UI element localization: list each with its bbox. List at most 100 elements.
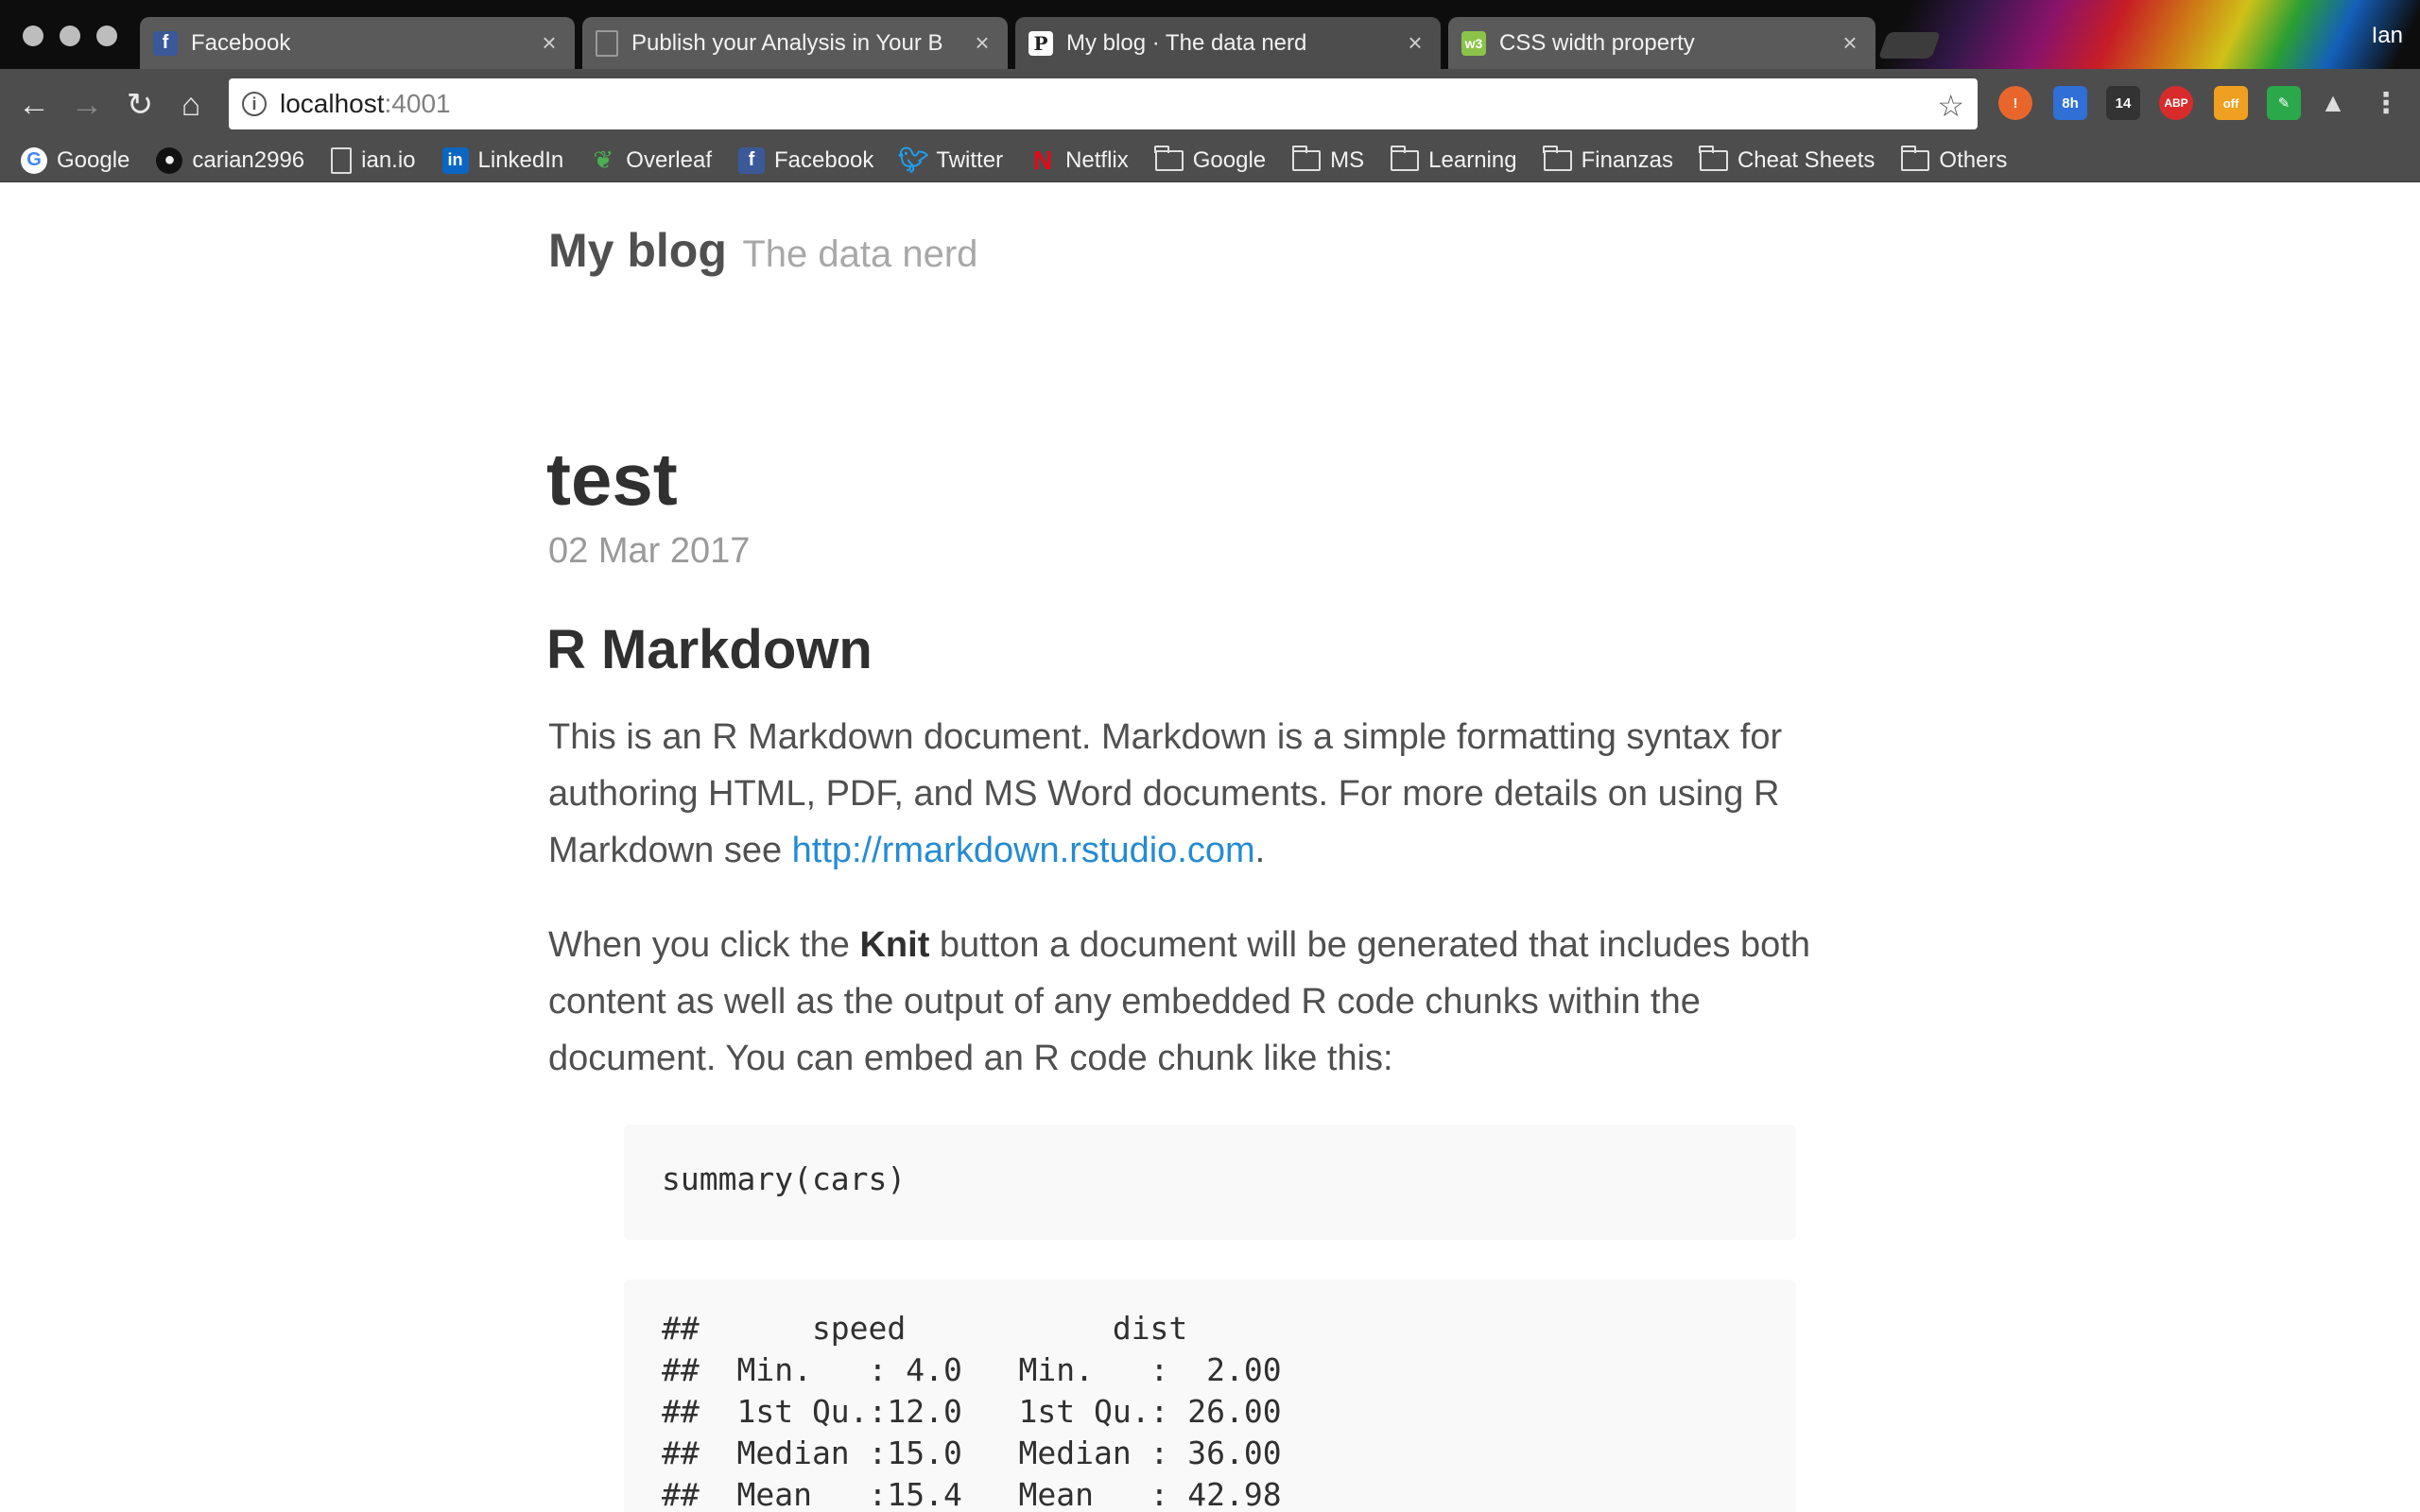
edit-extension-icon[interactable]: ✎ [2267,86,2301,120]
page-icon [331,146,353,174]
close-tab-icon[interactable]: × [1403,28,1427,58]
code-chunk: summary(cars) [624,1125,1796,1240]
close-tab-icon[interactable]: × [1838,28,1862,58]
page-icon [596,29,618,57]
bookmark-label: MS [1330,146,1365,173]
knit-bold: Knit [859,925,930,965]
browser-toolbar: ← → ↻ ⌂ i localhost:4001 ☆ ! 8h 14 ABP o… [0,69,2420,139]
blog-favicon-icon: P [1028,30,1053,56]
url-host: localhost [280,89,385,118]
adblock-label: ABP [2164,96,2188,110]
rmarkdown-link[interactable]: http://rmarkdown.rstudio.com [792,831,1255,870]
post-date: 02 Mar 2017 [548,531,751,571]
tab-css-width[interactable]: w3 CSS width property × [1448,17,1876,69]
address-bar[interactable]: i localhost:4001 ☆ [229,78,1978,129]
bookmark-label: ian.io [361,146,416,173]
bookmark-folder-cheat-sheets[interactable]: Cheat Sheets [1699,145,1876,174]
bookmark-overleaf[interactable]: ❦ Overleaf [590,146,712,174]
bookmark-folder-finanzas[interactable]: Finanzas [1543,145,1673,174]
minimize-window-button[interactable] [60,26,80,46]
bookmark-label: carian2996 [192,146,305,173]
close-tab-icon[interactable]: × [537,28,562,58]
bookmark-label: Netflix [1065,146,1129,173]
tab-facebook[interactable]: f Facebook × [140,17,575,69]
site-tagline: The data nerd [742,233,978,275]
tab-publish-analysis[interactable]: Publish your Analysis in Your B × [582,17,1008,69]
netflix-icon: N [1032,145,1053,175]
off-label: off [2222,95,2239,111]
w3schools-icon: w3 [1461,30,1486,56]
intro-paragraph: This is an R Markdown document. Markdown… [548,709,1872,879]
folder-icon [1291,145,1322,171]
adblock-icon[interactable]: ABP [2159,86,2193,120]
home-icon[interactable]: ⌂ [172,86,210,124]
bookmark-folder-google[interactable]: Google [1154,145,1267,174]
folder-icon [1543,145,1572,171]
bookmark-folder-learning[interactable]: Learning [1390,145,1517,174]
tab-title: Facebook [191,29,291,56]
bookmarks-bar: G Google ● carian2996 ian.io in LinkedIn… [0,139,2420,182]
bookmark-ian-io[interactable]: ian.io [331,146,416,174]
bookmark-label: Learning [1428,146,1517,173]
url-port: :4001 [384,89,451,118]
overleaf-icon: ❦ [593,146,614,174]
masthead: My blog The data nerd [548,223,977,278]
bookmark-label: Google [1192,146,1267,173]
zoom-window-button[interactable] [96,26,117,46]
calendar-badge: 8h [2062,94,2079,112]
bookmark-netflix[interactable]: N Netflix [1029,145,1129,175]
tab-my-blog[interactable]: P My blog · The data nerd × [1015,17,1441,69]
weather-extension-icon[interactable]: 14 [2106,86,2140,120]
facebook-icon: f [737,146,765,174]
bookmark-label: Others [1939,146,2008,173]
tab-strip: f Facebook × Publish your Analysis in Yo… [0,0,2420,69]
section-heading: R Markdown [546,619,873,680]
off-extension-icon[interactable]: off [2214,86,2248,120]
back-arrow-icon[interactable]: ← [15,86,53,124]
bookmark-label: Facebook [773,146,874,173]
output-line: ## 1st Qu.:12.0 1st Qu.: 26.00 [662,1393,1320,1430]
output-line: ## Mean :15.4 Mean : 42.98 [662,1476,1320,1512]
reload-icon[interactable]: ↻ [121,86,159,124]
folder-icon [1699,145,1728,171]
bookmark-label: Overleaf [626,146,712,173]
output-line: ## Min. : 4.0 Min. : 2.00 [662,1351,1320,1388]
new-tab-button[interactable] [1877,32,1942,59]
code-output: ## speed dist ## Min. : 4.0 Min. : 2.00 … [624,1280,1796,1512]
bookmark-folder-ms[interactable]: MS [1291,145,1365,174]
twitter-icon: 🐦︎ [897,146,929,174]
tab-title: CSS width property [1499,29,1695,56]
tab-title: My blog · The data nerd [1066,29,1307,56]
site-title-link[interactable]: My blog [548,224,727,277]
menu-kebab-icon[interactable]: ⋮ [2369,86,2403,120]
post-title: test [546,438,678,521]
bookmark-label: Twitter [936,146,1004,173]
profile-button[interactable]: Ian [2372,23,2403,49]
bookmark-star-icon[interactable]: ☆ [1937,88,1964,124]
close-window-button[interactable] [23,26,43,46]
github-icon: ● [156,146,183,174]
intro-end: . [1254,831,1266,870]
knit-paragraph: When you click the Knit button a documen… [548,917,1872,1087]
output-line: ## speed dist [662,1310,1320,1347]
bookmark-twitter[interactable]: 🐦︎ Twitter [897,146,1004,174]
bookmark-linkedin[interactable]: in LinkedIn [441,146,563,174]
calendar-extension-icon[interactable]: 8h [2053,86,2087,120]
info-icon[interactable]: i [242,92,267,116]
folder-icon [1154,145,1184,171]
bookmark-label: Cheat Sheets [1737,146,1876,173]
drive-icon[interactable]: ▲ [2316,86,2350,120]
facebook-icon: f [153,30,178,56]
close-tab-icon[interactable]: × [970,28,994,58]
bookmark-carian2996[interactable]: ● carian2996 [156,146,305,174]
bookmark-folder-others[interactable]: Others [1900,145,2008,174]
alert-extension-icon[interactable]: ! [1998,86,2032,120]
google-icon: G [21,146,47,174]
tab-title: Publish your Analysis in Your B [631,29,943,56]
output-line: ## Median :15.0 Median : 36.00 [662,1435,1320,1471]
code-line: summary(cars) [662,1160,907,1197]
bookmark-google[interactable]: G Google [21,146,130,174]
knit-text-before: When you click the [548,925,860,965]
forward-arrow-icon[interactable]: → [68,86,106,124]
bookmark-facebook[interactable]: f Facebook [737,146,874,174]
